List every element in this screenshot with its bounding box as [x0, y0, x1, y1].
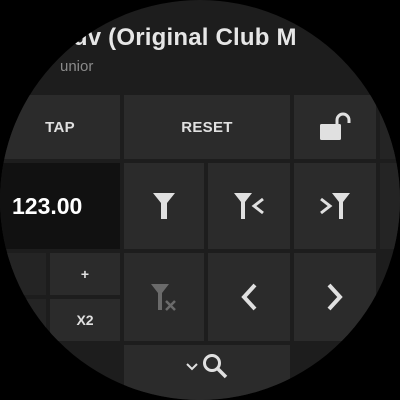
filter-skip-forward-button[interactable] [294, 163, 376, 249]
filter-skip-back-button[interactable] [208, 163, 290, 249]
tap-button[interactable]: TAP [0, 95, 120, 159]
unlocked-padlock-icon [318, 112, 352, 142]
filter-icon [151, 191, 177, 221]
x2-label: X2 [76, 312, 94, 328]
grid-cell-edge [380, 95, 400, 159]
grid-cell-edge [0, 299, 46, 341]
next-button[interactable] [294, 253, 376, 341]
bpm-display[interactable]: 123.00 [0, 163, 120, 249]
grid-cell-edge [380, 163, 400, 249]
search-icon [202, 353, 228, 379]
filter-clear-button[interactable] [124, 253, 204, 341]
grid-cell-edge [0, 253, 46, 295]
previous-button[interactable] [208, 253, 290, 341]
filter-skip-back-icon [232, 191, 266, 221]
track-title: Luv (Original Club M [58, 24, 297, 51]
track-artist: unior [60, 58, 94, 75]
bpm-x2-button[interactable]: X2 [50, 299, 120, 341]
chevron-down-icon [186, 363, 198, 371]
plus-label: + [80, 266, 90, 282]
reset-button[interactable]: RESET [124, 95, 290, 159]
lock-button[interactable] [294, 95, 376, 159]
bpm-value: 123.00 [12, 192, 83, 219]
filter-skip-forward-icon [318, 191, 352, 221]
filter-clear-icon [149, 282, 179, 312]
reset-label: RESET [181, 118, 233, 136]
chevron-left-icon [238, 282, 260, 312]
tap-label: TAP [45, 118, 75, 136]
watch-screen: Luv (Original Club M unior TAP RESET 123… [0, 0, 400, 400]
search-expand-button[interactable] [124, 345, 290, 400]
filter-button[interactable] [124, 163, 204, 249]
bpm-plus-button[interactable]: + [50, 253, 120, 295]
chevron-right-icon [324, 282, 346, 312]
